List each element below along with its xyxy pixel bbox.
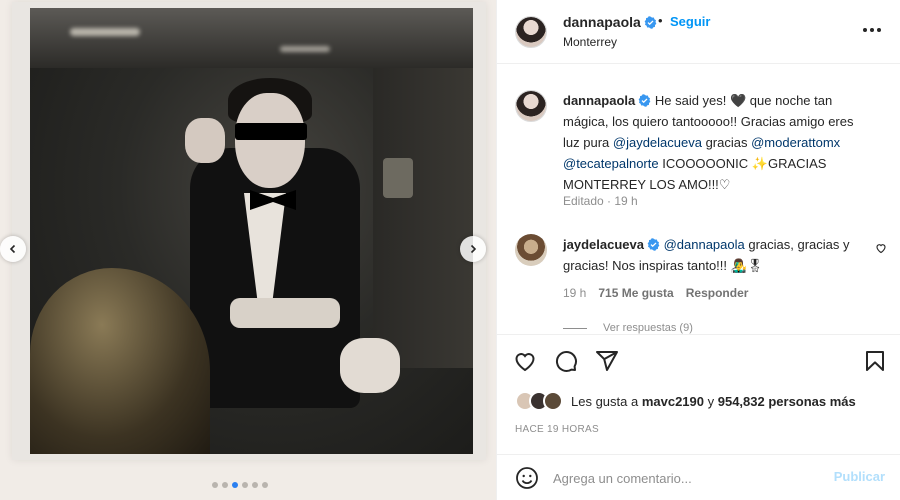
bookmark-icon [866, 351, 884, 371]
header-separator: • [658, 13, 663, 28]
post-timestamp: HACE 19 HORAS [515, 424, 599, 435]
heart-icon [876, 244, 886, 254]
avatar[interactable] [515, 90, 547, 122]
emoji-button[interactable] [515, 466, 539, 490]
carousel-dot [212, 482, 218, 488]
heart-icon [515, 353, 535, 372]
emoji-icon [516, 467, 538, 489]
likes-text: Les gusta a mavc2190 y 954,832 personas … [571, 393, 856, 409]
divider [563, 327, 587, 329]
polaroid-frame [12, 2, 486, 460]
likes-count[interactable]: 954,832 personas más [718, 394, 856, 409]
liker-username[interactable]: mavc2190 [642, 394, 704, 409]
location-link[interactable]: Monterrey [563, 35, 617, 49]
comment-like-button[interactable] [875, 242, 887, 254]
more-icon [863, 28, 867, 32]
view-replies-button[interactable]: Ver respuestas (9) [563, 322, 693, 334]
post-header: dannapaola • Seguir Monterrey [497, 0, 900, 64]
post-caption: dannapaola He said yes! 🖤 que noche tan … [563, 93, 854, 192]
mention-link[interactable]: @tecatepalnorte [563, 156, 659, 171]
carousel-dot [252, 482, 258, 488]
comment-composer: Publicar [497, 454, 900, 500]
verified-icon [644, 16, 657, 29]
publish-button[interactable]: Publicar [834, 469, 885, 484]
carousel-indicators [0, 482, 480, 488]
post-photo [30, 8, 473, 454]
comment-button[interactable] [554, 349, 578, 373]
post-sidebar: dannapaola • Seguir Monterrey dannapaola… [496, 0, 900, 500]
carousel-dot [222, 482, 228, 488]
avatar[interactable] [515, 16, 547, 48]
mention-link[interactable]: @jaydelacueva [613, 135, 702, 150]
reply-button[interactable]: Responder [686, 286, 749, 300]
comment-meta: 19 h 715 Me gusta Responder [563, 286, 748, 300]
comments-area[interactable]: dannapaola He said yes! 🖤 que noche tan … [497, 64, 900, 334]
edited-timestamp: Editado · 19 h [563, 194, 638, 208]
carousel-dot [232, 482, 238, 488]
more-options-button[interactable] [863, 22, 883, 38]
mention-link[interactable]: @moderattomx [751, 135, 840, 150]
chevron-left-icon [8, 242, 18, 257]
comment-username[interactable]: jaydelacueva [563, 237, 644, 252]
verified-icon [638, 94, 651, 107]
like-button[interactable] [513, 349, 537, 373]
comment-avatar[interactable] [515, 234, 547, 266]
carousel-next-button[interactable] [460, 236, 486, 262]
post-actions: Les gusta a mavc2190 y 954,832 personas … [497, 334, 900, 454]
carousel-dot [242, 482, 248, 488]
carousel-prev-button[interactable] [0, 236, 26, 262]
comment-time: 19 h [563, 286, 587, 300]
avatar [543, 391, 563, 411]
comment-text: jaydelacueva @dannapaola gracias, gracia… [563, 237, 850, 273]
carousel-dot [262, 482, 268, 488]
caption-username[interactable]: dannapaola [563, 93, 635, 108]
chevron-right-icon [468, 242, 478, 257]
comment-likes[interactable]: 715 Me gusta [598, 286, 673, 300]
mention-link[interactable]: @dannapaola [664, 237, 745, 252]
likes-summary[interactable]: Les gusta a mavc2190 y 954,832 personas … [515, 391, 856, 411]
comment-icon [555, 350, 577, 372]
save-button[interactable] [863, 349, 887, 373]
follow-button[interactable]: Seguir [670, 14, 710, 29]
share-icon [596, 351, 618, 371]
header-username[interactable]: dannapaola [563, 14, 657, 30]
comment-input[interactable] [553, 467, 813, 489]
share-button[interactable] [595, 349, 619, 373]
verified-icon [647, 238, 660, 251]
post-media[interactable] [0, 0, 496, 500]
